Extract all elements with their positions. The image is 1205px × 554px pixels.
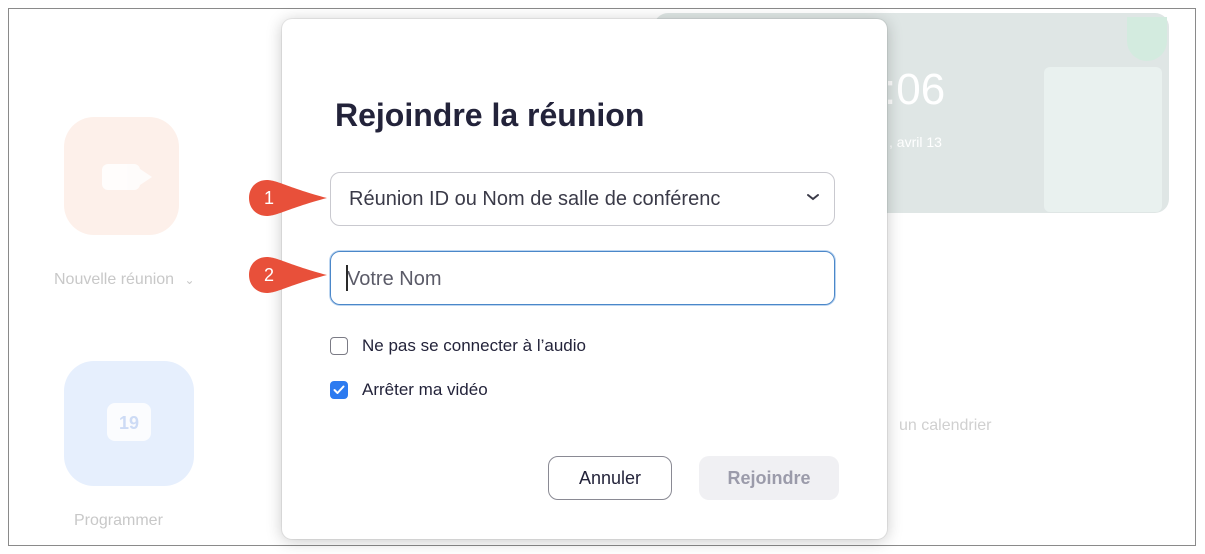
plant-pot-decoration [1044, 67, 1162, 212]
calendar-hint-text: un calendrier [899, 417, 992, 434]
video-camera-icon [102, 164, 152, 190]
annotation-marker-1: 1 [247, 178, 331, 218]
schedule-label: Programmer [74, 512, 163, 529]
chevron-down-icon[interactable] [806, 189, 820, 207]
join-button[interactable]: Rejoindre [699, 456, 839, 500]
new-meeting-tile[interactable] [64, 117, 179, 235]
text-caret [346, 265, 348, 291]
join-meeting-dialog: Rejoindre la réunion Réunion ID ou Nom d… [282, 19, 887, 539]
clock-date: , avril 13 [889, 134, 942, 150]
schedule-tile[interactable]: 19 [64, 361, 194, 486]
plant-leaf-decoration [1127, 17, 1167, 61]
stop-video-checkbox[interactable] [330, 381, 348, 399]
no-audio-label: Ne pas se connecter à l’audio [362, 336, 586, 355]
clock-time: :06 [884, 65, 946, 114]
annotation-marker-2: 2 [247, 255, 331, 295]
no-audio-option[interactable]: Ne pas se connecter à l’audio [330, 336, 586, 356]
new-meeting-label: Nouvelle réunion ⌄ [54, 271, 195, 288]
your-name-field[interactable] [330, 251, 835, 305]
cancel-button[interactable]: Annuler [548, 456, 672, 500]
stop-video-option[interactable]: Arrêter ma vidéo [330, 380, 488, 400]
your-name-input[interactable] [345, 264, 819, 294]
stop-video-label: Arrêter ma vidéo [362, 380, 488, 399]
no-audio-checkbox[interactable] [330, 337, 348, 355]
meeting-id-placeholder: Réunion ID ou Nom de salle de conférenc [349, 188, 721, 210]
checkmark-icon [333, 385, 345, 394]
chevron-down-icon: ⌄ [184, 273, 195, 287]
dialog-title: Rejoindre la réunion [335, 97, 645, 133]
meeting-id-dropdown[interactable]: Réunion ID ou Nom de salle de conférenc [330, 172, 835, 226]
calendar-icon: 19 [107, 403, 151, 441]
